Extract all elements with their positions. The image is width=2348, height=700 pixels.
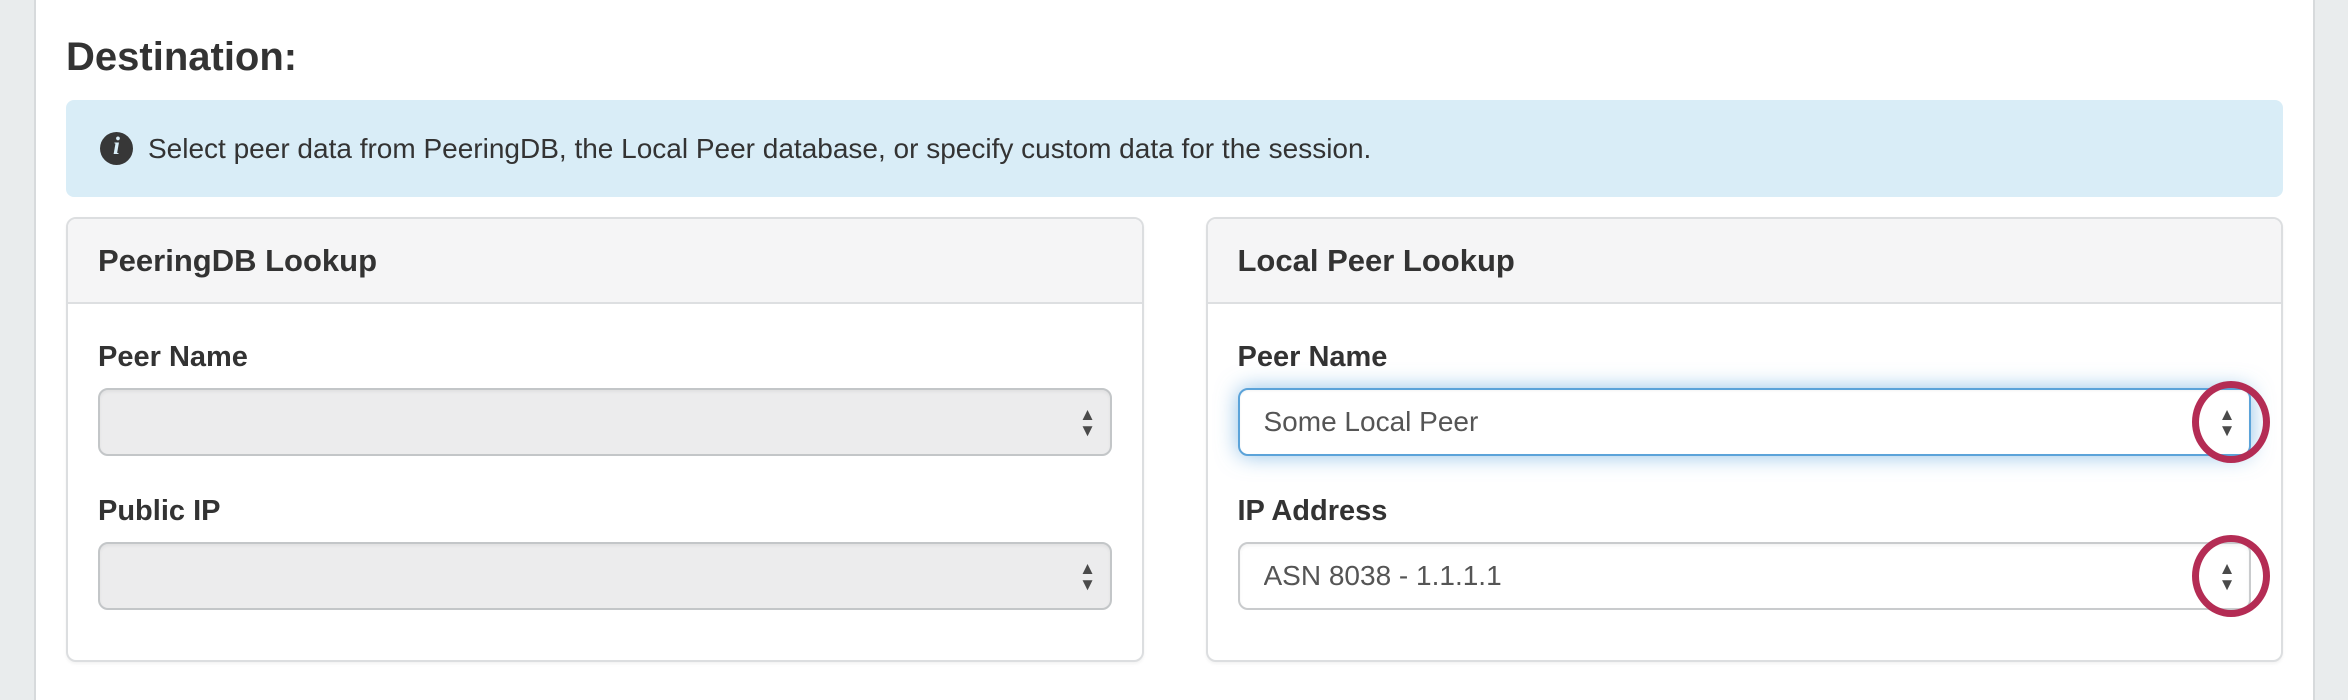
- panel-local-peer-header: Local Peer Lookup: [1208, 219, 2282, 304]
- page-title: Destination:: [66, 34, 2283, 80]
- peeringdb-public-ip-label: Public IP: [98, 494, 1112, 528]
- content-area: Destination: i Select peer data from Pee…: [34, 0, 2315, 700]
- local-peer-ip-address-select[interactable]: ASN 8038 - 1.1.1.1 ▲ ▼: [1238, 542, 2252, 610]
- peeringdb-peer-name-select: ▲ ▼: [98, 388, 1112, 456]
- panel-local-peer-body: Peer Name Some Local Peer ▲ ▼ IP Address…: [1208, 304, 2282, 648]
- panel-title: PeeringDB Lookup: [98, 243, 377, 279]
- panel-title: Local Peer Lookup: [1238, 243, 1515, 279]
- peeringdb-peer-name-label: Peer Name: [98, 340, 1112, 374]
- select-value: ASN 8038 - 1.1.1.1: [1264, 560, 1502, 592]
- select-caret-icon: ▲ ▼: [2215, 560, 2239, 592]
- info-alert: i Select peer data from PeeringDB, the L…: [66, 100, 2283, 197]
- local-peer-name-select[interactable]: Some Local Peer ▲ ▼: [1238, 388, 2252, 456]
- panel-peeringdb-header: PeeringDB Lookup: [68, 219, 1142, 304]
- select-caret-icon: ▲ ▼: [2215, 406, 2239, 438]
- panel-peeringdb-body: Peer Name ▲ ▼ Public IP ▲ ▼: [68, 304, 1142, 648]
- peeringdb-public-ip-select: ▲ ▼: [98, 542, 1112, 610]
- select-caret-icon: ▲ ▼: [1076, 406, 1100, 438]
- info-alert-text: Select peer data from PeeringDB, the Loc…: [148, 133, 1371, 165]
- panel-local-peer-lookup: Local Peer Lookup Peer Name Some Local P…: [1206, 217, 2284, 662]
- info-circle-icon: i: [100, 132, 133, 165]
- select-value: Some Local Peer: [1264, 406, 1479, 438]
- panel-peeringdb-lookup: PeeringDB Lookup Peer Name ▲ ▼ Public IP…: [66, 217, 1144, 662]
- select-caret-icon: ▲ ▼: [1076, 560, 1100, 592]
- local-peer-name-label: Peer Name: [1238, 340, 2252, 374]
- local-peer-ip-address-label: IP Address: [1238, 494, 2252, 528]
- lookup-panels-row: PeeringDB Lookup Peer Name ▲ ▼ Public IP…: [66, 217, 2283, 662]
